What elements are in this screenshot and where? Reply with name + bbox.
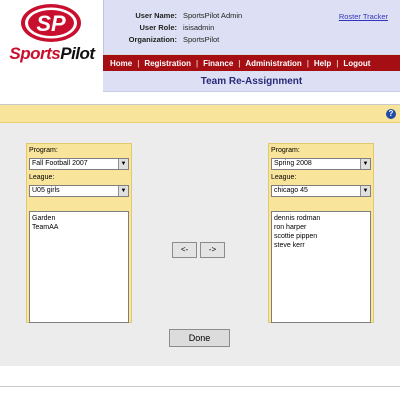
- chevron-down-icon: ▼: [360, 159, 370, 169]
- nav-item-registration[interactable]: Registration: [141, 59, 194, 68]
- user-info-key: User Role:: [139, 23, 177, 32]
- chevron-down-icon: ▼: [118, 186, 128, 196]
- page-title: Team Re-Assignment: [103, 71, 400, 92]
- team-list-item[interactable]: Garden: [32, 214, 126, 223]
- chevron-down-icon: ▼: [360, 186, 370, 196]
- player-list-item[interactable]: dennis rodman: [274, 214, 368, 223]
- main-nav: Home | Registration | Finance | Administration…: [103, 54, 400, 71]
- right-program-value: Spring 2008: [274, 160, 312, 167]
- right-team-panel: Program: Spring 2008 ▼ League: chicago 4…: [268, 143, 374, 323]
- left-league-label: League:: [29, 174, 55, 181]
- footer-divider: [0, 386, 400, 387]
- right-program-label: Program:: [271, 147, 300, 154]
- done-button[interactable]: Done: [169, 329, 230, 347]
- user-info-key: Organization:: [128, 35, 177, 44]
- user-info-value: SportsPilot: [183, 35, 220, 44]
- logo-word-sports: Sports: [9, 44, 61, 63]
- nav-item-help[interactable]: Help: [311, 59, 334, 68]
- logo: SP SportsPilot: [0, 0, 103, 72]
- move-left-button[interactable]: <-: [172, 242, 197, 258]
- user-info-key: User Name:: [135, 11, 177, 20]
- nav-item-logout[interactable]: Logout: [340, 59, 373, 68]
- right-league-value: chicago 45: [274, 187, 308, 194]
- right-league-select[interactable]: chicago 45 ▼: [271, 185, 371, 197]
- left-program-label: Program:: [29, 147, 58, 154]
- left-program-select[interactable]: Fall Football 2007 ▼: [29, 158, 129, 170]
- left-teams-listbox[interactable]: Garden TeamAA: [29, 211, 129, 323]
- chevron-down-icon: ▼: [118, 159, 128, 169]
- user-info-row: User Role: isisadmin: [108, 22, 242, 34]
- nav-item-finance[interactable]: Finance: [200, 59, 236, 68]
- logo-ball-icon: SP: [21, 4, 81, 42]
- user-info-panel: User Name: SportsPilot Admin User Role: isi…: [103, 0, 400, 54]
- left-program-value: Fall Football 2007: [32, 160, 88, 167]
- right-program-select[interactable]: Spring 2008 ▼: [271, 158, 371, 170]
- logo-word-pilot: Pilot: [60, 44, 95, 63]
- team-list-item[interactable]: TeamAA: [32, 223, 126, 232]
- left-league-value: U05 girls: [32, 187, 60, 194]
- left-league-select[interactable]: U05 girls ▼: [29, 185, 129, 197]
- logo-wordmark: SportsPilot: [2, 44, 102, 64]
- left-team-panel: Program: Fall Football 2007 ▼ League: U0…: [26, 143, 132, 323]
- player-list-item[interactable]: steve kerr: [274, 241, 368, 250]
- roster-tracker-link[interactable]: Roster Tracker: [339, 12, 388, 21]
- nav-item-administration[interactable]: Administration: [242, 59, 304, 68]
- logo-spacer: [0, 72, 103, 92]
- right-players-listbox[interactable]: dennis rodman ron harper scottie pippen ste…: [271, 211, 371, 323]
- nav-item-home[interactable]: Home: [107, 59, 135, 68]
- logo-initials: SP: [36, 11, 66, 36]
- user-info-grid: User Name: SportsPilot Admin User Role: isi…: [108, 10, 243, 46]
- user-info-row: Organization: SportsPilot: [108, 34, 242, 46]
- help-icon[interactable]: ?: [386, 109, 396, 119]
- user-info-value: isisadmin: [183, 23, 215, 32]
- panel-header: ?: [0, 105, 400, 123]
- player-list-item[interactable]: ron harper: [274, 223, 368, 232]
- user-info-value: SportsPilot Admin: [183, 11, 243, 20]
- reassignment-panel: ? Program: Fall Football 2007 ▼ League: …: [0, 104, 400, 366]
- move-right-button[interactable]: ->: [200, 242, 225, 258]
- user-info-row: User Name: SportsPilot Admin: [108, 10, 242, 22]
- right-league-label: League:: [271, 174, 297, 181]
- player-list-item[interactable]: scottie pippen: [274, 232, 368, 241]
